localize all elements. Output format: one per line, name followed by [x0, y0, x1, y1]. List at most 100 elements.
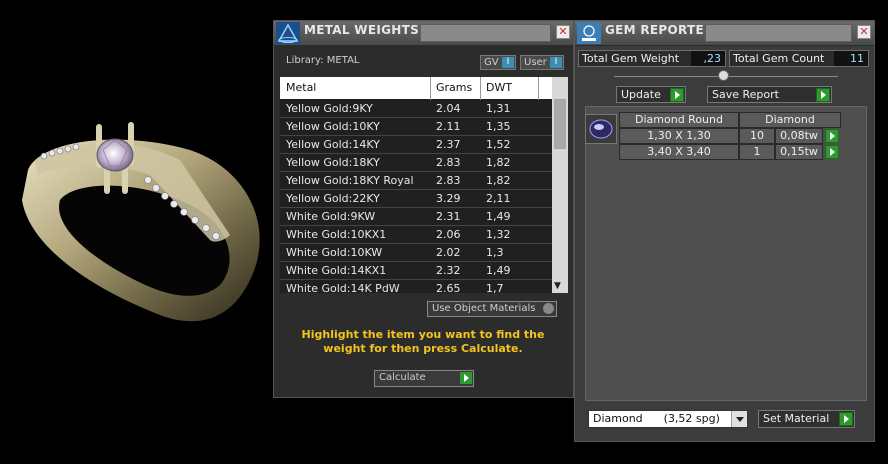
- gv-toggle[interactable]: GV I: [480, 55, 516, 70]
- cell-dwt: 1,31: [486, 102, 511, 115]
- ring-render: [22, 122, 260, 322]
- gem-row-select-icon[interactable]: [825, 145, 839, 159]
- cell-metal: Yellow Gold:9KY: [286, 102, 373, 115]
- gem-weight-cell: 0,15tw: [775, 144, 823, 160]
- gv-toggle-indicator-icon: I: [502, 57, 514, 68]
- cell-dwt: 1,52: [486, 138, 511, 151]
- cell-grams: 2.83: [436, 174, 461, 187]
- col-grams[interactable]: Grams: [436, 77, 472, 99]
- scrollbar-thumb[interactable]: [554, 99, 566, 149]
- go-arrow-icon: [670, 88, 684, 102]
- cell-metal: Yellow Gold:10KY: [286, 120, 380, 133]
- cell-metal: Yellow Gold:14KY: [286, 138, 380, 151]
- metal-weights-titlebar[interactable]: METAL WEIGHTS ✕: [274, 21, 573, 46]
- close-icon[interactable]: ✕: [556, 25, 570, 39]
- gem-row-select-icon[interactable]: [825, 129, 839, 143]
- table-row[interactable]: White Gold:10KX1 2.06 1,32: [280, 226, 552, 244]
- cell-grams: 2.83: [436, 156, 461, 169]
- titlebar-filler: [420, 24, 551, 42]
- update-label: Update: [621, 88, 661, 101]
- metal-table[interactable]: Metal Grams DWT Yellow Gold:9KY 2.04 1,31 Y…: [280, 77, 568, 293]
- material-select-value: Diamond (3,52 spg): [593, 412, 720, 425]
- library-label: Library: METAL: [286, 55, 360, 66]
- cell-dwt: 1,7: [486, 282, 504, 293]
- table-row[interactable]: Yellow Gold:18KY Royal 2.83 1,82: [280, 172, 552, 190]
- cell-grams: 3.29: [436, 192, 461, 205]
- gv-toggle-label: GV: [484, 57, 499, 68]
- cell-dwt: 1,49: [486, 210, 511, 223]
- update-button[interactable]: Update: [616, 86, 686, 103]
- total-gem-count-field: Total Gem Count 11: [729, 50, 869, 67]
- cell-dwt: 1,82: [486, 174, 511, 187]
- cell-grams: 2.04: [436, 102, 461, 115]
- go-arrow-icon: [460, 372, 472, 384]
- cell-dwt: 1,3: [486, 246, 504, 259]
- total-gem-count-value: 11: [834, 51, 868, 66]
- col-metal[interactable]: Metal: [286, 77, 316, 99]
- use-object-materials-button[interactable]: Use Object Materials: [427, 301, 557, 317]
- toggle-knob-icon: [543, 303, 554, 314]
- cell-dwt: 1,82: [486, 156, 511, 169]
- table-row[interactable]: Yellow Gold:14KY 2.37 1,52: [280, 136, 552, 154]
- set-material-button[interactable]: Set Material: [758, 410, 855, 428]
- metal-table-body: Yellow Gold:9KY 2.04 1,31 Yellow Gold:10KY 2…: [280, 100, 552, 293]
- table-row[interactable]: Yellow Gold:9KY 2.04 1,31: [280, 100, 552, 118]
- gem-weight-cell: 0,08tw: [775, 128, 823, 144]
- cell-metal: White Gold:14KX1: [286, 264, 387, 277]
- cell-grams: 2.11: [436, 120, 461, 133]
- total-gem-count-label: Total Gem Count: [733, 52, 825, 65]
- go-arrow-icon: [816, 88, 830, 102]
- save-report-label: Save Report: [712, 88, 779, 101]
- total-gem-weight-field: Total Gem Weight ,23: [578, 50, 726, 67]
- user-toggle-indicator-icon: I: [550, 57, 562, 68]
- table-row[interactable]: White Gold:10KW 2.02 1,3: [280, 244, 552, 262]
- cell-metal: White Gold:10KX1: [286, 228, 387, 241]
- cell-dwt: 1,35: [486, 120, 511, 133]
- gem-shape-header: Diamond Round: [619, 112, 739, 128]
- gem-count-cell: 1: [739, 144, 775, 160]
- col-dwt[interactable]: DWT: [486, 77, 512, 99]
- cell-grams: 2.06: [436, 228, 461, 241]
- titlebar-filler: [705, 24, 852, 42]
- cell-metal: White Gold:10KW: [286, 246, 383, 259]
- table-scrollbar[interactable]: ▼: [552, 77, 568, 293]
- gem-material-header: Diamond: [739, 112, 841, 128]
- 3d-viewport[interactable]: [0, 0, 272, 461]
- calculate-button[interactable]: Calculate: [374, 370, 474, 387]
- panel-title: METAL WEIGHTS: [304, 23, 420, 37]
- table-row[interactable]: Yellow Gold:22KY 3.29 2,11: [280, 190, 552, 208]
- panel-title: GEM REPORTER: [605, 23, 714, 37]
- gem-size-cell: 1,30 X 1,30: [619, 128, 739, 144]
- cell-metal: Yellow Gold:18KY Royal: [286, 174, 414, 187]
- cell-grams: 2.37: [436, 138, 461, 151]
- cell-dwt: 2,11: [486, 192, 511, 205]
- gem-size-cell: 3,40 X 3,40: [619, 144, 739, 160]
- cell-grams: 2.02: [436, 246, 461, 259]
- cell-grams: 2.65: [436, 282, 461, 293]
- user-toggle[interactable]: User I: [520, 55, 564, 70]
- table-row[interactable]: White Gold:9KW 2.31 1,49: [280, 208, 552, 226]
- material-select[interactable]: Diamond (3,52 spg): [588, 410, 748, 428]
- total-gem-weight-value: ,23: [691, 51, 725, 66]
- set-material-label: Set Material: [763, 412, 830, 425]
- table-row[interactable]: Yellow Gold:10KY 2.11 1,35: [280, 118, 552, 136]
- total-gem-weight-label: Total Gem Weight: [582, 52, 680, 65]
- use-object-materials-label: Use Object Materials: [432, 303, 536, 314]
- table-row[interactable]: White Gold:14KX1 2.32 1,49: [280, 262, 552, 280]
- close-icon[interactable]: ✕: [857, 25, 871, 39]
- save-report-button[interactable]: Save Report: [707, 86, 832, 103]
- splitter-handle-icon[interactable]: [718, 70, 729, 81]
- gem-reporter-logo-icon: [577, 22, 601, 44]
- cell-dwt: 1,49: [486, 264, 511, 277]
- chevron-down-icon[interactable]: [731, 411, 747, 427]
- table-row[interactable]: Yellow Gold:18KY 2.83 1,82: [280, 154, 552, 172]
- gem-count-cell: 10: [739, 128, 775, 144]
- diamond-round-thumbnail-icon: [585, 114, 617, 144]
- user-toggle-label: User: [524, 57, 547, 68]
- calculate-label: Calculate: [379, 372, 426, 383]
- cell-metal: Yellow Gold:22KY: [286, 192, 380, 205]
- gem-reporter-titlebar[interactable]: GEM REPORTER ✕: [575, 21, 874, 46]
- table-row[interactable]: White Gold:14K PdW 2.65 1,7: [280, 280, 552, 293]
- scroll-down-icon[interactable]: ▼: [554, 281, 561, 291]
- go-arrow-icon: [839, 412, 853, 426]
